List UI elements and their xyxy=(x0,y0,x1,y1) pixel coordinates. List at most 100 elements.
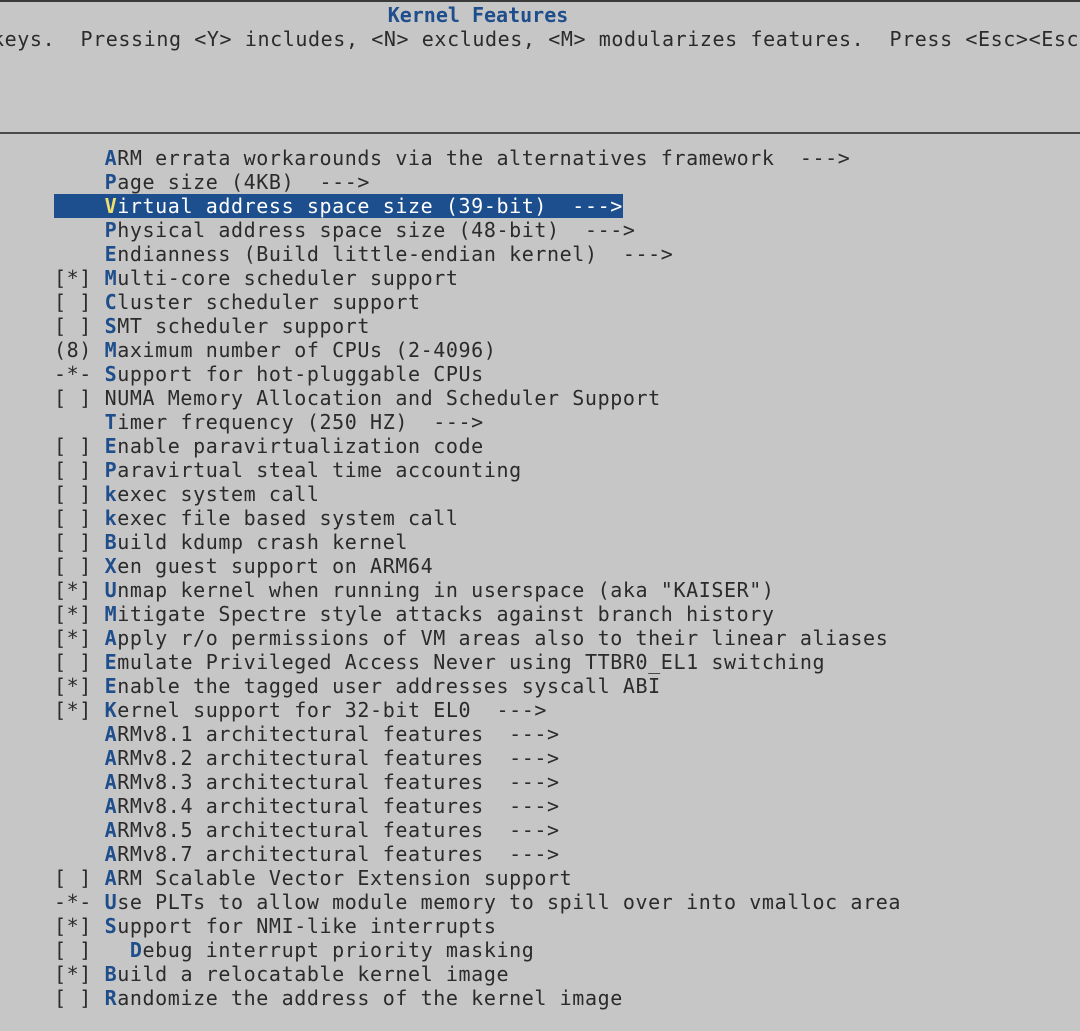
menu-item-label: andomize the address of the kernel image xyxy=(117,986,623,1010)
menu-item-label: ebug interrupt priority masking xyxy=(142,938,535,962)
menu-item-state xyxy=(54,746,105,770)
menu-item-hotkey: X xyxy=(104,554,118,578)
menu-item-hotkey: A xyxy=(104,770,118,794)
menuconfig-screen: Kernel Features keys. Pressing <Y> inclu… xyxy=(0,0,1080,1031)
menu-item-hotkey: M xyxy=(104,602,118,626)
menu-item-state: [*] xyxy=(54,914,105,938)
menu-item[interactable]: [ ] kexec file based system call xyxy=(54,506,459,530)
menu-item[interactable]: [*] Kernel support for 32-bit EL0 ---> xyxy=(54,698,547,722)
menu-item-state: [ ] xyxy=(54,314,105,338)
menu-item[interactable]: ARMv8.3 architectural features ---> xyxy=(54,770,560,794)
menu-item-label: RMv8.2 architectural features ---> xyxy=(117,746,560,770)
menu-item-state: [ ] xyxy=(54,434,105,458)
menu-item[interactable]: ARMv8.2 architectural features ---> xyxy=(54,746,560,770)
menu-item-label: irtual address space size (39-bit) ---> xyxy=(117,194,623,218)
menu-item-label: hysical address space size (48-bit) ---> xyxy=(117,218,636,242)
menu-item[interactable]: [ ] Randomize the address of the kernel … xyxy=(54,986,623,1010)
menu-item-state: [ ] xyxy=(54,530,105,554)
menu-item-state: [ ] xyxy=(54,650,105,674)
menu-item[interactable]: [ ] ARM Scalable Vector Extension suppor… xyxy=(54,866,572,890)
menu-item-hotkey: E xyxy=(104,650,118,674)
menu-item-selected[interactable]: Virtual address space size (39-bit) ---> xyxy=(54,194,623,218)
menu-item-state xyxy=(54,722,105,746)
menu-item-label: RMv8.1 architectural features ---> xyxy=(117,722,560,746)
menu-item[interactable]: [ ] NUMA Memory Allocation and Scheduler… xyxy=(54,386,661,410)
menu-item[interactable]: [ ] Enable paravirtualization code xyxy=(54,434,484,458)
menu-list: ARM errata workarounds via the alternati… xyxy=(54,146,1074,1010)
menu-item-label: RMv8.5 architectural features ---> xyxy=(117,818,560,842)
menu-item[interactable]: ARMv8.5 architectural features ---> xyxy=(54,818,560,842)
menu-item-state: [*] xyxy=(54,698,105,722)
menu-item[interactable]: [*] Mitigate Spectre style attacks again… xyxy=(54,602,775,626)
menu-item-state: -*- xyxy=(54,362,105,386)
menu-item-label: upport for NMI-like interrupts xyxy=(117,914,497,938)
menu-item-hotkey: B xyxy=(104,962,118,986)
menu-item-state: [ ] xyxy=(54,554,105,578)
menu-item[interactable]: [*] Build a relocatable kernel image xyxy=(54,962,509,986)
menu-item[interactable]: ARMv8.4 architectural features ---> xyxy=(54,794,560,818)
menu-item-state: [ ] xyxy=(54,866,105,890)
menu-item-state: [*] xyxy=(54,602,105,626)
menu-item-state xyxy=(54,818,105,842)
menu-item-hotkey: A xyxy=(104,626,118,650)
menu-item-label: nmap kernel when running in userspace (a… xyxy=(117,578,775,602)
header-separator xyxy=(0,132,1080,134)
menu-item-hotkey: k xyxy=(104,506,118,530)
menu-item-hotkey: K xyxy=(104,698,118,722)
menu-item-label: uild a relocatable kernel image xyxy=(117,962,510,986)
menu-item-state xyxy=(54,770,105,794)
menu-item-hotkey: U xyxy=(104,578,118,602)
menu-item-hotkey: S xyxy=(104,914,118,938)
menu-item[interactable]: [ ] SMT scheduler support xyxy=(54,314,370,338)
menu-item[interactable]: [*] Enable the tagged user addresses sys… xyxy=(54,674,661,698)
menu-item-label: MT scheduler support xyxy=(117,314,371,338)
menu-item[interactable]: [*] Apply r/o permissions of VM areas al… xyxy=(54,626,888,650)
menu-item-label: RMv8.3 architectural features ---> xyxy=(117,770,560,794)
menu-item[interactable]: [*] Multi-core scheduler support xyxy=(54,266,459,290)
menu-item-label: itigate Spectre style attacks against br… xyxy=(117,602,775,626)
menu-item[interactable]: Page size (4KB) ---> xyxy=(54,170,370,194)
menu-item[interactable]: Endianness (Build little-endian kernel) … xyxy=(54,242,673,266)
menu-item-state: [ ] xyxy=(54,290,105,314)
menu-item[interactable]: -*- Support for hot-pluggable CPUs xyxy=(54,362,484,386)
menu-item-hotkey: M xyxy=(104,338,118,362)
menu-item-state: -*- xyxy=(54,890,105,914)
menu-item-hotkey: E xyxy=(104,242,118,266)
menu-item[interactable]: [*] Support for NMI-like interrupts xyxy=(54,914,496,938)
menu-item[interactable]: [ ] Debug interrupt priority masking xyxy=(54,938,534,962)
menu-item-label: mulate Privileged Access Never using TTB… xyxy=(117,650,826,674)
menu-item-hotkey: A xyxy=(104,746,118,770)
menu-item-hotkey: R xyxy=(104,986,118,1010)
menu-item[interactable]: Timer frequency (250 HZ) ---> xyxy=(54,410,484,434)
menu-item-state: [*] xyxy=(54,266,105,290)
menu-item-state: [*] xyxy=(54,962,105,986)
menu-item[interactable]: [ ] Build kdump crash kernel xyxy=(54,530,408,554)
menu-item[interactable]: [ ] Paravirtual steal time accounting xyxy=(54,458,522,482)
menu-item-hotkey: V xyxy=(104,194,118,218)
menu-item-state: [*] xyxy=(54,626,105,650)
menu-item[interactable]: ARMv8.7 architectural features ---> xyxy=(54,842,560,866)
menu-item-label: ernel support for 32-bit EL0 ---> xyxy=(117,698,548,722)
menu-item[interactable]: Physical address space size (48-bit) ---… xyxy=(54,218,636,242)
menu-item[interactable]: [ ] Xen guest support on ARM64 xyxy=(54,554,433,578)
menu-item-label: ndianness (Build little-endian kernel) -… xyxy=(117,242,674,266)
help-text: keys. Pressing <Y> includes, <N> exclude… xyxy=(0,27,1080,51)
menu-item[interactable]: [ ] Emulate Privileged Access Never usin… xyxy=(54,650,825,674)
menu-item-state: (8) xyxy=(54,338,105,362)
menu-item-label: aximum number of CPUs (2-4096) xyxy=(117,338,497,362)
menu-item-state xyxy=(54,410,105,434)
menu-item[interactable]: -*- Use PLTs to allow module memory to s… xyxy=(54,890,901,914)
menu-item-label: RMv8.4 architectural features ---> xyxy=(117,794,560,818)
menu-item[interactable]: (8) Maximum number of CPUs (2-4096) xyxy=(54,338,496,362)
menu-item[interactable]: [ ] Cluster scheduler support xyxy=(54,290,421,314)
menu-item-label: se PLTs to allow module memory to spill … xyxy=(117,890,901,914)
menu-item[interactable]: [ ] kexec system call xyxy=(54,482,320,506)
menu-item-hotkey: T xyxy=(104,410,118,434)
menu-item-state xyxy=(54,194,105,218)
menu-item[interactable]: ARMv8.1 architectural features ---> xyxy=(54,722,560,746)
menu-item[interactable]: ARM errata workarounds via the alternati… xyxy=(54,146,850,170)
menu-item[interactable]: [*] Unmap kernel when running in userspa… xyxy=(54,578,775,602)
window-title: Kernel Features xyxy=(387,3,569,27)
menu-item-hotkey: k xyxy=(104,482,118,506)
menu-item-hotkey: C xyxy=(104,290,118,314)
